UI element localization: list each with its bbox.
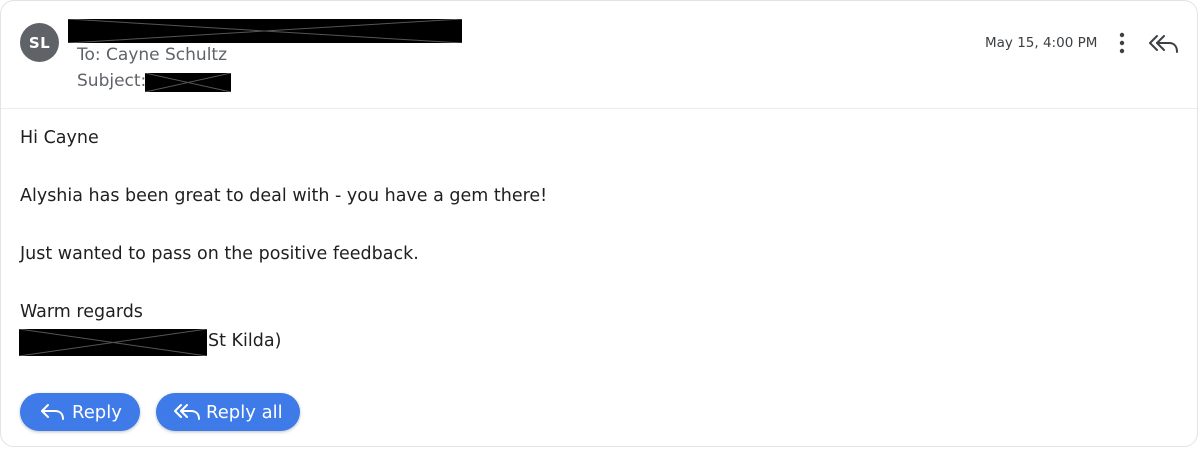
- reply-all-button-label: Reply all: [206, 401, 283, 423]
- redacted-subject: [145, 73, 231, 92]
- email-timestamp: May 15, 4:00 PM: [985, 35, 1098, 51]
- reply-icon: [41, 404, 64, 420]
- reply-all-icon[interactable]: [1147, 31, 1179, 55]
- redacted-sender-name: [68, 19, 462, 43]
- reply-button[interactable]: Reply: [20, 393, 140, 431]
- email-card: SL To: Cayne Schultz Subject: May 15, 4:…: [0, 0, 1198, 447]
- reply-button-label: Reply: [72, 401, 122, 423]
- more-vertical-icon[interactable]: [1111, 31, 1133, 55]
- signature-text: St Kilda): [208, 331, 282, 351]
- reply-all-icon: [174, 404, 200, 420]
- recipient-line: To: Cayne Schultz: [77, 45, 228, 65]
- email-paragraph: Alyshia has been great to deal with - yo…: [20, 186, 548, 206]
- redacted-signature: [19, 329, 207, 356]
- avatar[interactable]: SL: [20, 23, 59, 62]
- email-greeting: Hi Cayne: [20, 128, 99, 148]
- email-paragraph: Just wanted to pass on the positive feed…: [20, 244, 419, 264]
- email-header: SL To: Cayne Schultz Subject: May 15, 4:…: [1, 1, 1197, 109]
- subject-label: Subject:: [77, 71, 147, 91]
- email-closing: Warm regards: [20, 302, 143, 322]
- reply-all-button[interactable]: Reply all: [156, 393, 300, 431]
